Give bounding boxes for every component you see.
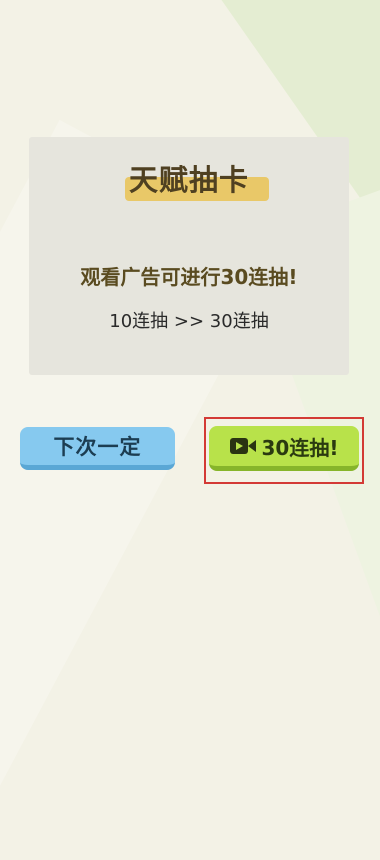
video-camera-icon	[229, 437, 256, 455]
watch-ad-30-draw-button[interactable]: 30连抽!	[209, 426, 359, 471]
dialog-title: 天赋抽卡	[128, 163, 249, 197]
dialog-sub-message: 10连抽 >> 30连抽	[109, 311, 269, 332]
dialog-title-container: 天赋抽卡	[29, 157, 349, 199]
next-time-button-label: 下次一定	[53, 435, 142, 459]
talent-draw-dialog: 天赋抽卡 观看广告可进行30连抽! 10连抽 >> 30连抽	[29, 137, 349, 375]
next-time-button[interactable]: 下次一定	[20, 427, 175, 470]
dialog-message: 观看广告可进行30连抽!	[80, 265, 298, 289]
watch-ad-button-label: 30连抽!	[261, 435, 339, 460]
